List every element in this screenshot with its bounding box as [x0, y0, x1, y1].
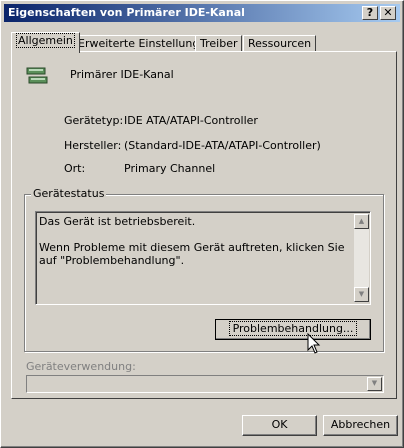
- manufacturer-value: (Standard-IDE-ATA/ATAPI-Controller): [124, 139, 321, 152]
- title-bar[interactable]: Eigenschaften von Primärer IDE-Kanal ? ✕: [4, 4, 400, 22]
- troubleshoot-button[interactable]: Problembehandlung...: [215, 319, 371, 340]
- device-status-textbox[interactable]: Das Gerät ist betriebsbereit. Wenn Probl…: [35, 211, 371, 305]
- window-title: Eigenschaften von Primärer IDE-Kanal: [8, 6, 245, 19]
- tab-panel-allgemein: Primärer IDE-Kanal Gerätetyp: IDE ATA/AT…: [11, 51, 397, 399]
- close-button[interactable]: ✕: [380, 6, 396, 20]
- properties-dialog: Eigenschaften von Primärer IDE-Kanal ? ✕…: [0, 0, 404, 448]
- tab-label: Erweiterte Einstellungen: [78, 37, 214, 50]
- device-name: Primärer IDE-Kanal: [70, 68, 174, 81]
- location-label: Ort:: [64, 162, 86, 175]
- device-status-text: Das Gerät ist betriebsbereit. Wenn Probl…: [39, 215, 351, 267]
- mouse-cursor-icon: [307, 333, 321, 354]
- location-value: Primary Channel: [124, 162, 216, 175]
- status-line-2: Wenn Probleme mit diesem Gerät auftreten…: [39, 241, 345, 267]
- tab-label: Ressourcen: [248, 37, 312, 50]
- dropdown-arrow-icon: ▼: [367, 377, 382, 391]
- help-button[interactable]: ?: [362, 6, 378, 20]
- tab-ressourcen[interactable]: Ressourcen: [243, 35, 317, 52]
- status-scrollbar[interactable]: ▲ ▼: [354, 214, 369, 302]
- device-status-legend: Gerätestatus: [31, 187, 107, 200]
- ok-button[interactable]: OK: [242, 415, 317, 436]
- tab-label: Allgemein: [16, 33, 75, 48]
- tab-label: Treiber: [200, 37, 238, 50]
- tab-allgemein[interactable]: Allgemein: [11, 32, 80, 53]
- scroll-down-arrow-icon[interactable]: ▼: [354, 287, 369, 302]
- device-usage-label: Geräteverwendung:: [26, 360, 136, 373]
- ide-controller-icon: [26, 67, 48, 84]
- cancel-button[interactable]: Abbrechen: [323, 415, 398, 436]
- troubleshoot-button-label: Problembehandlung...: [228, 321, 358, 336]
- status-line-1: Das Gerät ist betriebsbereit.: [39, 215, 196, 228]
- device-status-group: Gerätestatus Das Gerät ist betriebsberei…: [24, 187, 384, 352]
- manufacturer-label: Hersteller:: [64, 139, 122, 152]
- tab-treiber[interactable]: Treiber: [195, 35, 243, 52]
- device-type-label: Gerätetyp:: [64, 114, 124, 127]
- device-usage-select: ▼: [26, 375, 384, 393]
- device-type-value: IDE ATA/ATAPI-Controller: [124, 114, 258, 127]
- scroll-up-arrow-icon[interactable]: ▲: [354, 214, 369, 229]
